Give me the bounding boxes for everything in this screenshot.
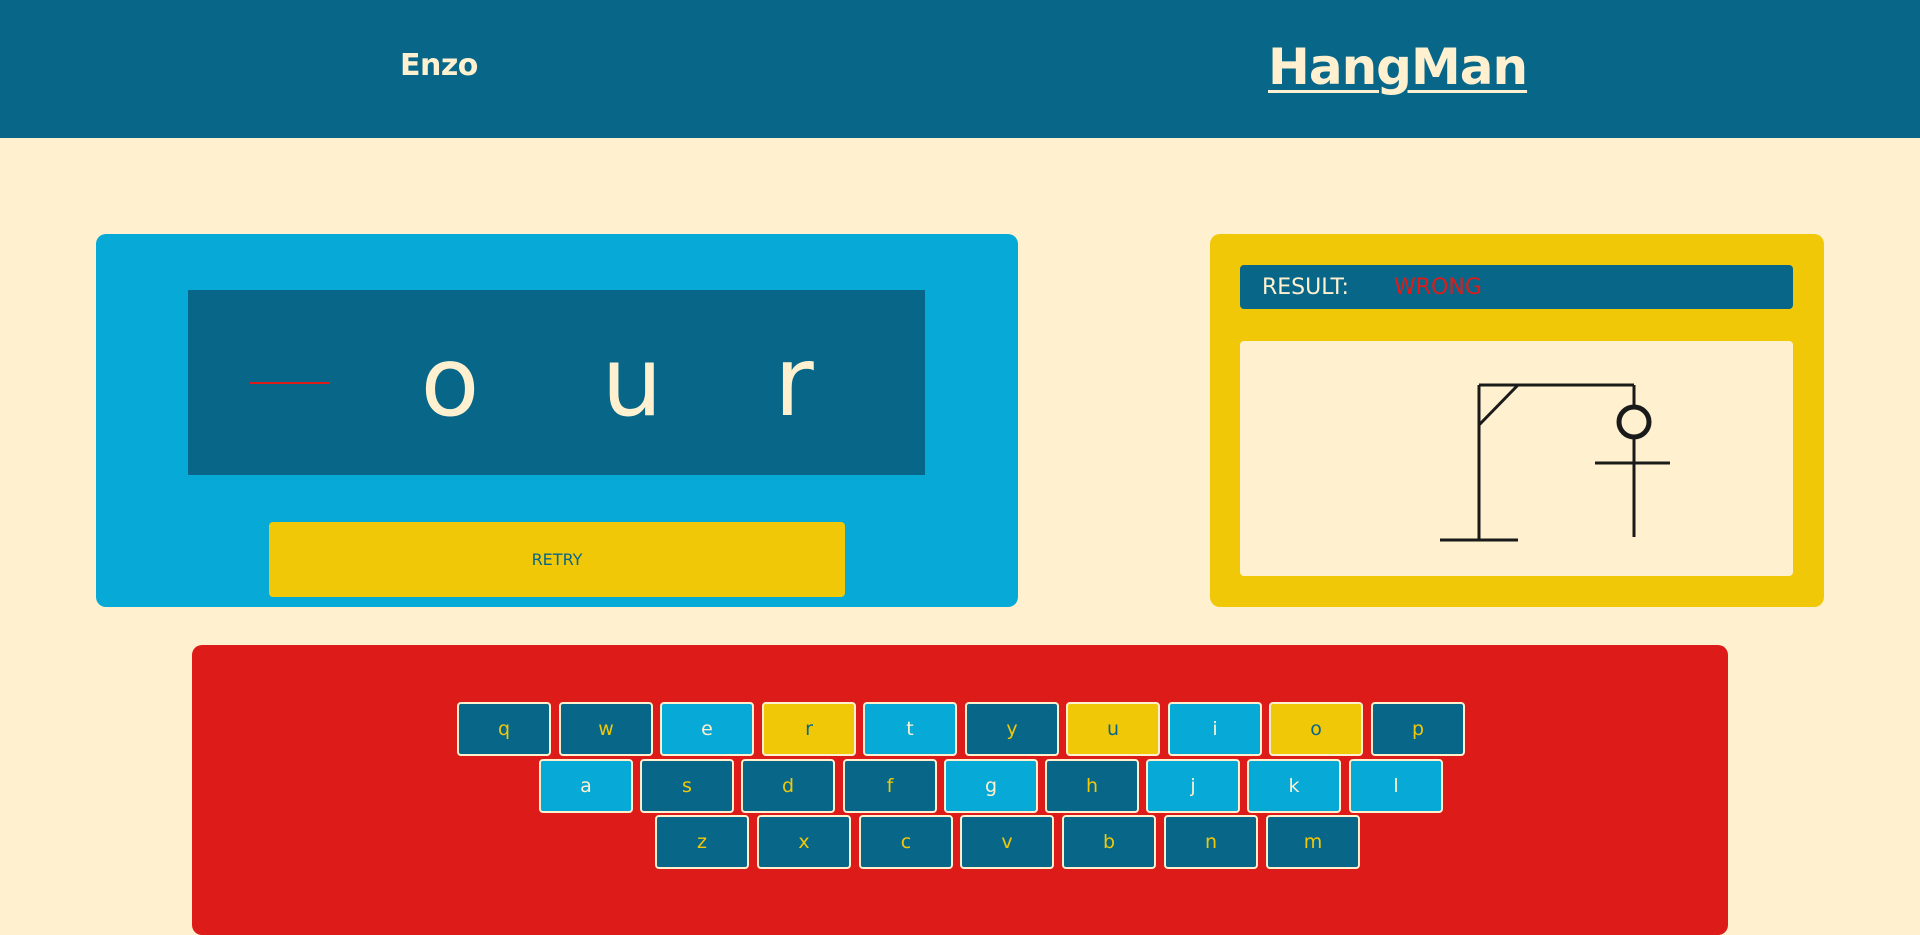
word-display: o u r <box>188 290 925 475</box>
key-y[interactable]: y <box>965 702 1059 756</box>
key-c[interactable]: c <box>859 815 953 869</box>
hangman-gallows-icon <box>1440 383 1670 542</box>
hangman-drawing <box>1240 341 1793 576</box>
key-m[interactable]: m <box>1266 815 1360 869</box>
hangman-head <box>1616 404 1652 440</box>
key-d[interactable]: d <box>741 759 835 813</box>
app-title[interactable]: HangMan <box>1268 38 1528 96</box>
key-x[interactable]: x <box>757 815 851 869</box>
key-z[interactable]: z <box>655 815 749 869</box>
key-e[interactable]: e <box>660 702 754 756</box>
key-v[interactable]: v <box>960 815 1054 869</box>
letter-slot: u <box>601 326 663 438</box>
key-h[interactable]: h <box>1045 759 1139 813</box>
result-bar: RESULT: WRONG <box>1240 265 1793 309</box>
key-s[interactable]: s <box>640 759 734 813</box>
result-status: WRONG <box>1394 275 1482 300</box>
keyboard-row: qwertyuiop <box>192 702 1728 756</box>
result-panel: RESULT: WRONG <box>1210 234 1824 607</box>
key-r[interactable]: r <box>762 702 856 756</box>
key-o[interactable]: o <box>1269 702 1363 756</box>
letter-slot <box>240 290 340 475</box>
letter-slot: o <box>420 326 480 438</box>
app-header: Enzo HangMan <box>0 0 1920 138</box>
key-i[interactable]: i <box>1168 702 1262 756</box>
retry-button[interactable]: RETRY <box>269 522 845 597</box>
key-u[interactable]: u <box>1066 702 1160 756</box>
key-n[interactable]: n <box>1164 815 1258 869</box>
word-panel: o u r RETRY <box>96 234 1018 607</box>
keyboard-panel: qwertyuiopasdfghjklzxcvbnm <box>192 645 1728 935</box>
username-label: Enzo <box>400 48 478 83</box>
key-p[interactable]: p <box>1371 702 1465 756</box>
key-w[interactable]: w <box>559 702 653 756</box>
keyboard-row: asdfghjkl <box>192 759 1728 813</box>
gallows-brace <box>1477 383 1520 427</box>
key-f[interactable]: f <box>843 759 937 813</box>
key-b[interactable]: b <box>1062 815 1156 869</box>
keyboard-row: zxcvbnm <box>192 815 1728 869</box>
key-t[interactable]: t <box>863 702 957 756</box>
key-q[interactable]: q <box>457 702 551 756</box>
key-j[interactable]: j <box>1146 759 1240 813</box>
key-k[interactable]: k <box>1247 759 1341 813</box>
letter-slot: r <box>774 326 814 438</box>
key-g[interactable]: g <box>944 759 1038 813</box>
key-l[interactable]: l <box>1349 759 1443 813</box>
result-label: RESULT: <box>1262 275 1349 300</box>
key-a[interactable]: a <box>539 759 633 813</box>
